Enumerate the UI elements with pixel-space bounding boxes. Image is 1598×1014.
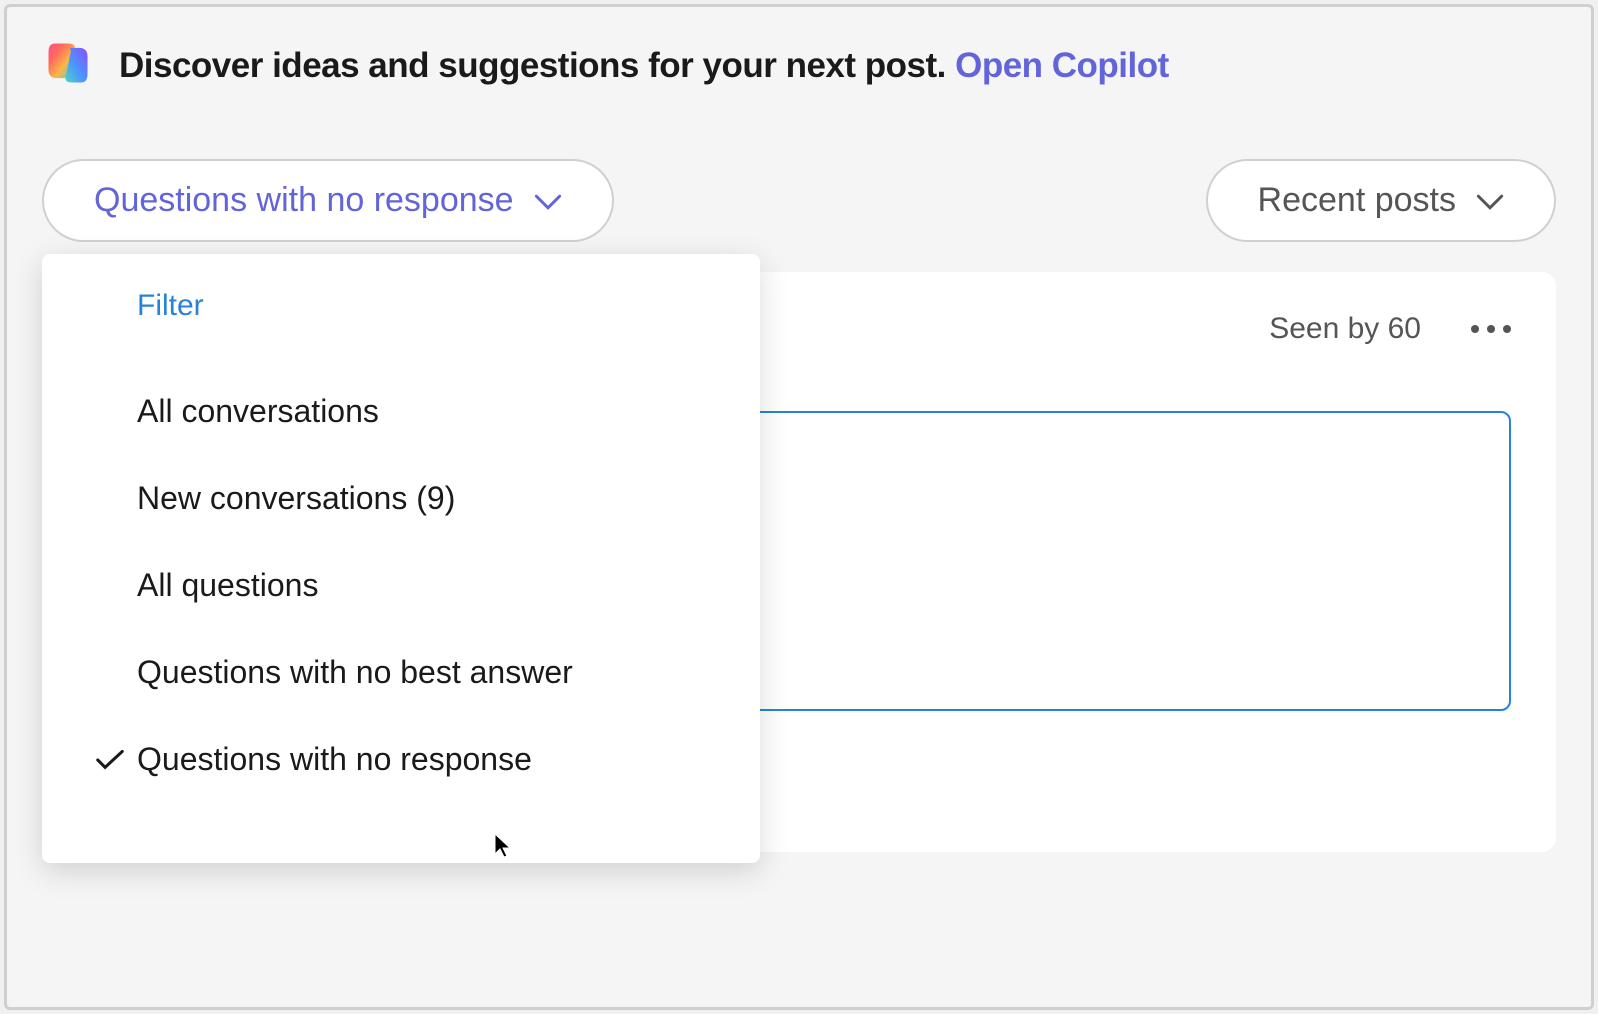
dropdown-item-new-conversations[interactable]: New conversations (9) <box>82 455 720 542</box>
cursor-icon <box>492 832 516 860</box>
dropdown-item-label: All conversations <box>137 393 379 430</box>
dropdown-item-all-questions[interactable]: All questions <box>82 542 720 629</box>
dot-icon <box>1487 325 1495 333</box>
open-copilot-link[interactable]: Open Copilot <box>955 46 1169 85</box>
more-options-button[interactable] <box>1471 325 1511 333</box>
seen-by-count: Seen by 60 <box>1269 312 1421 346</box>
dropdown-item-label: All questions <box>137 567 318 604</box>
filter-dropdown-label: Questions with no response <box>94 181 514 220</box>
dropdown-item-label: Questions with no best answer <box>137 654 573 691</box>
filter-dropdown-menu: Filter All conversations New conversatio… <box>42 254 760 863</box>
sort-dropdown-label: Recent posts <box>1258 181 1456 220</box>
dropdown-item-label: Questions with no response <box>137 741 532 778</box>
filter-dropdown-button[interactable]: Questions with no response <box>42 159 614 242</box>
dropdown-item-label: New conversations (9) <box>137 480 455 517</box>
dot-icon <box>1471 325 1479 333</box>
filters-row: Questions with no response Recent posts … <box>42 159 1556 242</box>
dropdown-header: Filter <box>137 289 720 323</box>
chevron-down-icon <box>1476 181 1504 220</box>
dot-icon <box>1503 325 1511 333</box>
copilot-banner: Discover ideas and suggestions for your … <box>42 37 1556 94</box>
dropdown-item-no-response[interactable]: Questions with no response <box>82 716 720 803</box>
copilot-icon <box>42 37 94 94</box>
check-icon <box>82 749 137 771</box>
banner-message: Discover ideas and suggestions for your … <box>119 46 955 85</box>
dropdown-item-all-conversations[interactable]: All conversations <box>82 368 720 455</box>
dropdown-item-no-best-answer[interactable]: Questions with no best answer <box>82 629 720 716</box>
chevron-down-icon <box>534 181 562 220</box>
banner-text: Discover ideas and suggestions for your … <box>119 46 1169 86</box>
sort-dropdown-button[interactable]: Recent posts <box>1206 159 1556 242</box>
main-container: Discover ideas and suggestions for your … <box>4 4 1594 1010</box>
